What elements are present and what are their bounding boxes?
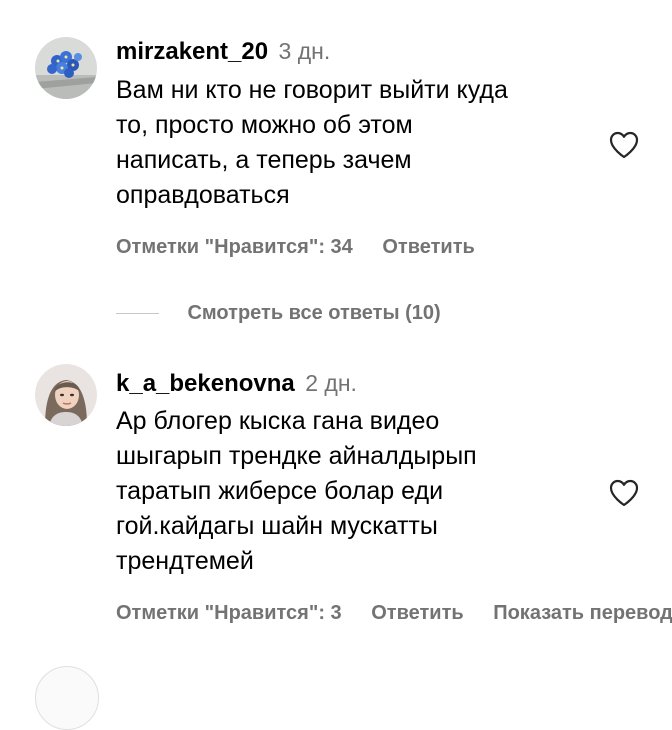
likes-count-link[interactable]: Отметки "Нравится": 3 — [116, 602, 342, 624]
show-translation-button[interactable]: Показать перевод — [493, 602, 672, 624]
comment-text-line: таратып жиберсе болар еди — [116, 477, 444, 505]
view-replies-button[interactable]: Смотреть все ответы (10) — [187, 302, 440, 325]
comment-header: k_a_bekenovna 2 дн. — [116, 370, 357, 398]
avatar[interactable] — [35, 364, 97, 426]
blue-flowers-avatar-image — [35, 37, 97, 99]
reply-button[interactable]: Ответить — [371, 602, 463, 624]
heart-outline-icon[interactable] — [608, 129, 640, 161]
comment-text-line: трендтемей — [116, 547, 254, 575]
likes-count-link[interactable]: Отметки "Нравится": 34 — [116, 236, 353, 258]
comment-header: mirzakent_20 3 дн. — [116, 38, 330, 66]
heart-outline-icon[interactable] — [608, 477, 640, 509]
next-comment-avatar[interactable] — [35, 666, 99, 730]
comment-text-line: Ар блогер кыска гана видео — [116, 407, 440, 435]
view-replies-row: Смотреть все ответы (10) — [116, 302, 441, 328]
username-link[interactable]: k_a_bekenovna — [116, 370, 295, 397]
comment-text-line: Вам ни кто не говорит выйти куда — [116, 76, 508, 104]
avatar[interactable] — [35, 37, 97, 99]
comment-text: Ар блогер кыска гана видео шыгарып тренд… — [116, 404, 596, 579]
comment-timestamp: 2 дн. — [305, 370, 357, 396]
comment-text-line: гой.кайдагы шайн мускатты — [116, 512, 438, 540]
comment-text-line: шыгарып трендке айналдырып — [116, 442, 477, 470]
replies-divider-line — [116, 313, 159, 314]
comment-actions: Отметки "Нравится": 3 Ответить Показать … — [116, 602, 672, 625]
comment-text-line: написать, а теперь зачем — [116, 146, 412, 174]
comment-actions: Отметки "Нравится": 34 Ответить — [116, 236, 475, 259]
woman-portrait-avatar-image — [35, 364, 97, 426]
comment-text: Вам ни кто не говорит выйти куда то, про… — [116, 73, 596, 213]
comment-text-line: оправдоваться — [116, 181, 290, 209]
username-link[interactable]: mirzakent_20 — [116, 38, 268, 65]
comment-text-line: то, просто можно об этом — [116, 111, 413, 139]
reply-button[interactable]: Ответить — [382, 236, 474, 258]
comment-timestamp: 3 дн. — [278, 38, 331, 64]
